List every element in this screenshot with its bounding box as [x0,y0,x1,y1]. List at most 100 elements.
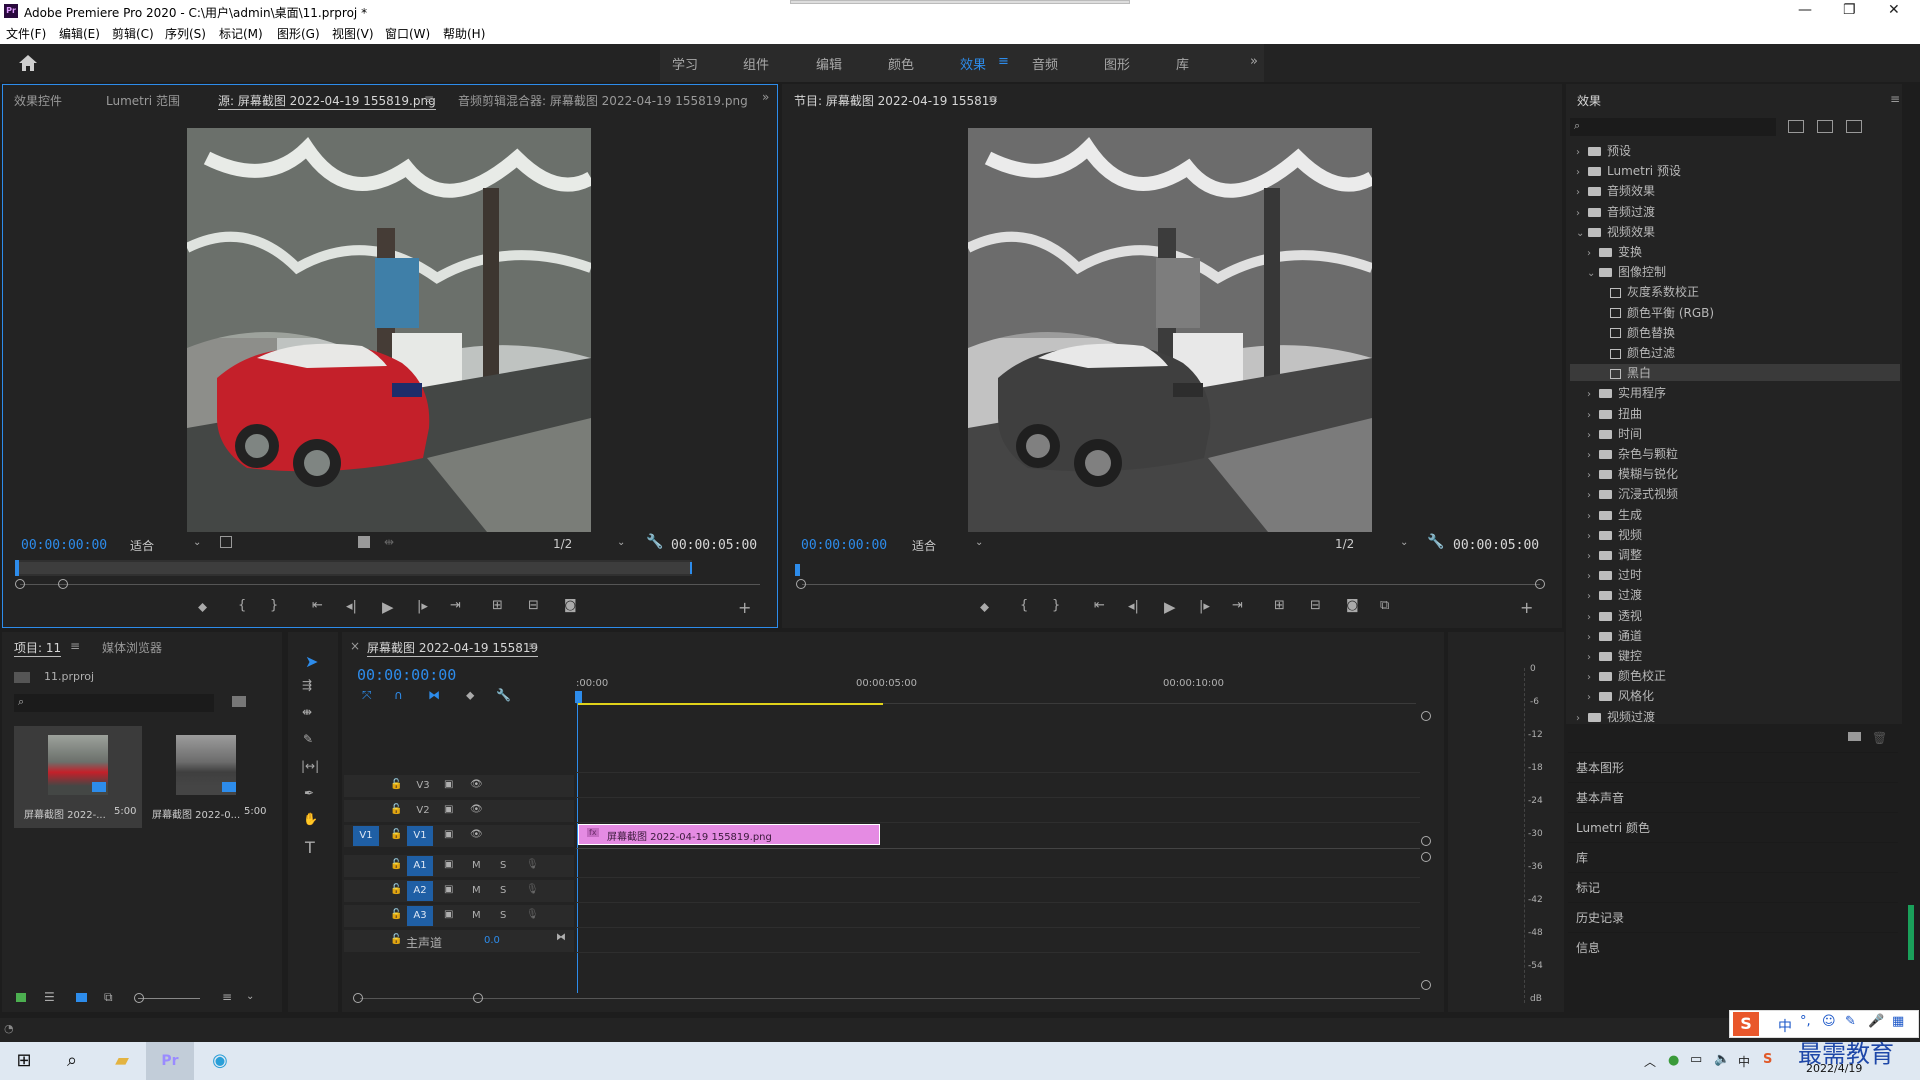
disclosure-arrow-icon[interactable]: › [1587,410,1599,421]
disclosure-arrow-icon[interactable]: › [1587,672,1599,683]
project-search-input[interactable] [14,694,214,712]
a2-label[interactable]: A2 [407,881,433,901]
side-panel-info[interactable]: 信息 [1568,932,1898,962]
workspace-more-icon[interactable]: » [1250,54,1258,69]
timeline-vertical-scroll-v[interactable] [1421,836,1431,846]
disclosure-arrow-icon[interactable]: › [1576,147,1588,158]
disclosure-arrow-icon[interactable]: › [1587,652,1599,663]
ime-skin-icon[interactable]: ✎ [1845,1014,1856,1029]
tray-app-icon[interactable]: ● [1668,1053,1679,1068]
master-end-icon[interactable]: ⧓ [556,932,566,943]
effect-folder[interactable]: › 实用程序 [1587,384,1666,401]
source-resolution-chevron-icon[interactable]: ⌄ [617,537,625,548]
disclosure-arrow-icon[interactable]: › [1576,208,1588,219]
v2-label[interactable]: V2 [412,805,434,816]
tab-audio-clip-mixer[interactable]: 音频剪辑混合器: 屏幕截图 2022-04-19 155819.png [458,92,748,109]
source-mark-in-icon[interactable]: { [238,598,246,613]
tab-project[interactable]: 项目: 11 [14,639,62,657]
source-add-button-icon[interactable]: + [738,598,751,617]
source-video-frame[interactable] [187,128,591,532]
disclosure-arrow-icon[interactable]: › [1576,713,1588,724]
volume-icon[interactable]: 🔈 [1714,1052,1730,1067]
a3-lock-icon[interactable]: 🔓 [390,909,402,920]
source-fit-dropdown[interactable]: 适合 [130,537,154,554]
effect-folder[interactable]: › 变换 [1587,243,1642,260]
sogou-icon[interactable]: S [1763,1052,1772,1067]
program-wrench-icon[interactable]: 🔧 [1427,534,1444,550]
source-overwrite-icon[interactable]: ⊟ [528,598,539,613]
a2-lock-icon[interactable]: 🔓 [390,884,402,895]
effect-folder[interactable]: › Lumetri 预设 [1576,162,1681,179]
workspace-effects[interactable]: 效果 [960,54,986,73]
disclosure-arrow-icon[interactable]: › [1587,531,1599,542]
track-select-tool-icon[interactable]: ⇶ [302,678,312,692]
source-playhead-timecode[interactable]: 00:00:00:00 [21,538,107,553]
program-playhead-timecode[interactable]: 00:00:00:00 [801,538,887,553]
minimize-button[interactable]: — [1798,2,1812,18]
disclosure-arrow-icon[interactable]: › [1587,430,1599,441]
disclosure-arrow-icon[interactable]: › [1587,632,1599,643]
a1-lock-icon[interactable]: 🔓 [390,859,402,870]
effect-folder[interactable]: › 过时 [1587,566,1642,583]
project-item-bw-clip[interactable]: 屏幕截图 2022-0... 5:00 [144,726,272,828]
pen-tool-icon[interactable]: ✒ [304,786,314,800]
type-tool-icon[interactable]: T [305,838,315,857]
a2-mute-button[interactable]: M [472,885,481,896]
home-icon[interactable] [18,54,38,72]
effect-folder[interactable]: › 键控 [1587,647,1642,664]
a3-solo-button[interactable]: S [500,910,506,921]
32bit-effects-icon[interactable] [1817,120,1833,133]
tab-source-menu-icon[interactable]: ≡ [424,92,434,106]
a3-mic-icon[interactable]: 🎙 [526,909,539,920]
source-step-forward-icon[interactable]: |▸ [417,599,428,614]
timeline-zoom-right-handle[interactable] [473,993,483,1003]
source-zoom-bar[interactable] [20,584,760,585]
source-go-to-out-icon[interactable]: ⇥ [450,598,461,613]
source-playhead[interactable] [15,560,19,576]
a3-mute-button[interactable]: M [472,910,481,921]
effect-folder[interactable]: › 颜色校正 [1587,667,1666,684]
v1-lock-icon[interactable]: 🔓 [390,829,402,840]
timeline-zoom-left-handle[interactable] [353,993,363,1003]
effects-search-input[interactable] [1570,118,1776,136]
menu-window[interactable]: 窗口(W) [385,25,430,42]
side-panel-libraries[interactable]: 库 [1568,842,1898,872]
effects-menu-icon[interactable]: ≡ [1890,92,1900,106]
workspace-menu-icon[interactable]: ≡ [998,54,1009,69]
accelerated-effects-icon[interactable] [1788,120,1804,133]
v2-sync-icon[interactable]: ▣ [444,804,453,815]
search-icon[interactable]: ⌕ [48,1042,96,1080]
menu-edit[interactable]: 编辑(E) [59,25,100,42]
timeline-zoom-bar[interactable] [360,998,1420,999]
tab-source[interactable]: 源: 屏幕截图 2022-04-19 155819.png [218,92,436,110]
freeform-view-icon[interactable]: ⧉ [104,990,113,1005]
workspace-libraries[interactable]: 库 [1176,54,1189,73]
disclosure-arrow-icon[interactable]: › [1587,389,1599,400]
ime-toolbar-lang[interactable]: 中 [1778,1016,1792,1036]
timeline-vertical-scroll-top[interactable] [1421,711,1431,721]
program-extract-icon[interactable]: ⊟ [1310,598,1321,613]
program-go-to-in-icon[interactable]: ⇤ [1094,598,1105,613]
effect-folder[interactable]: › 通道 [1587,627,1642,644]
program-go-to-out-icon[interactable]: ⇥ [1232,598,1243,613]
effect-folder[interactable]: › 音频效果 [1576,182,1655,199]
delete-custom-item-icon[interactable]: 🗑 [1872,731,1887,745]
effect-folder[interactable]: › 风格化 [1587,687,1654,704]
program-zoom-left-handle[interactable] [796,579,806,589]
source-patch-v1[interactable]: V1 [353,826,379,846]
side-panel-lumetri-color[interactable]: Lumetri 颜色 [1568,812,1898,842]
insert-icon[interactable] [358,536,370,548]
snap-icon[interactable]: ∩ [394,688,403,702]
a1-label[interactable]: A1 [407,856,433,876]
file-explorer-icon[interactable]: ▰ [98,1042,146,1080]
program-play-icon[interactable]: ▶ [1164,598,1176,616]
v3-eye-icon[interactable]: 👁 [470,779,483,790]
effect-folder[interactable]: › 生成 [1587,506,1642,523]
workspace-color[interactable]: 颜色 [888,54,914,73]
nest-toggle-icon[interactable]: ⤧ [362,688,372,703]
tab-effect-controls[interactable]: 效果控件 [14,92,62,109]
timeline-timecode[interactable]: 00:00:00:00 [357,666,456,684]
program-fit-chevron-icon[interactable]: ⌄ [975,537,983,548]
yuv-effects-icon[interactable] [1846,120,1862,133]
program-video-frame[interactable] [968,128,1372,532]
